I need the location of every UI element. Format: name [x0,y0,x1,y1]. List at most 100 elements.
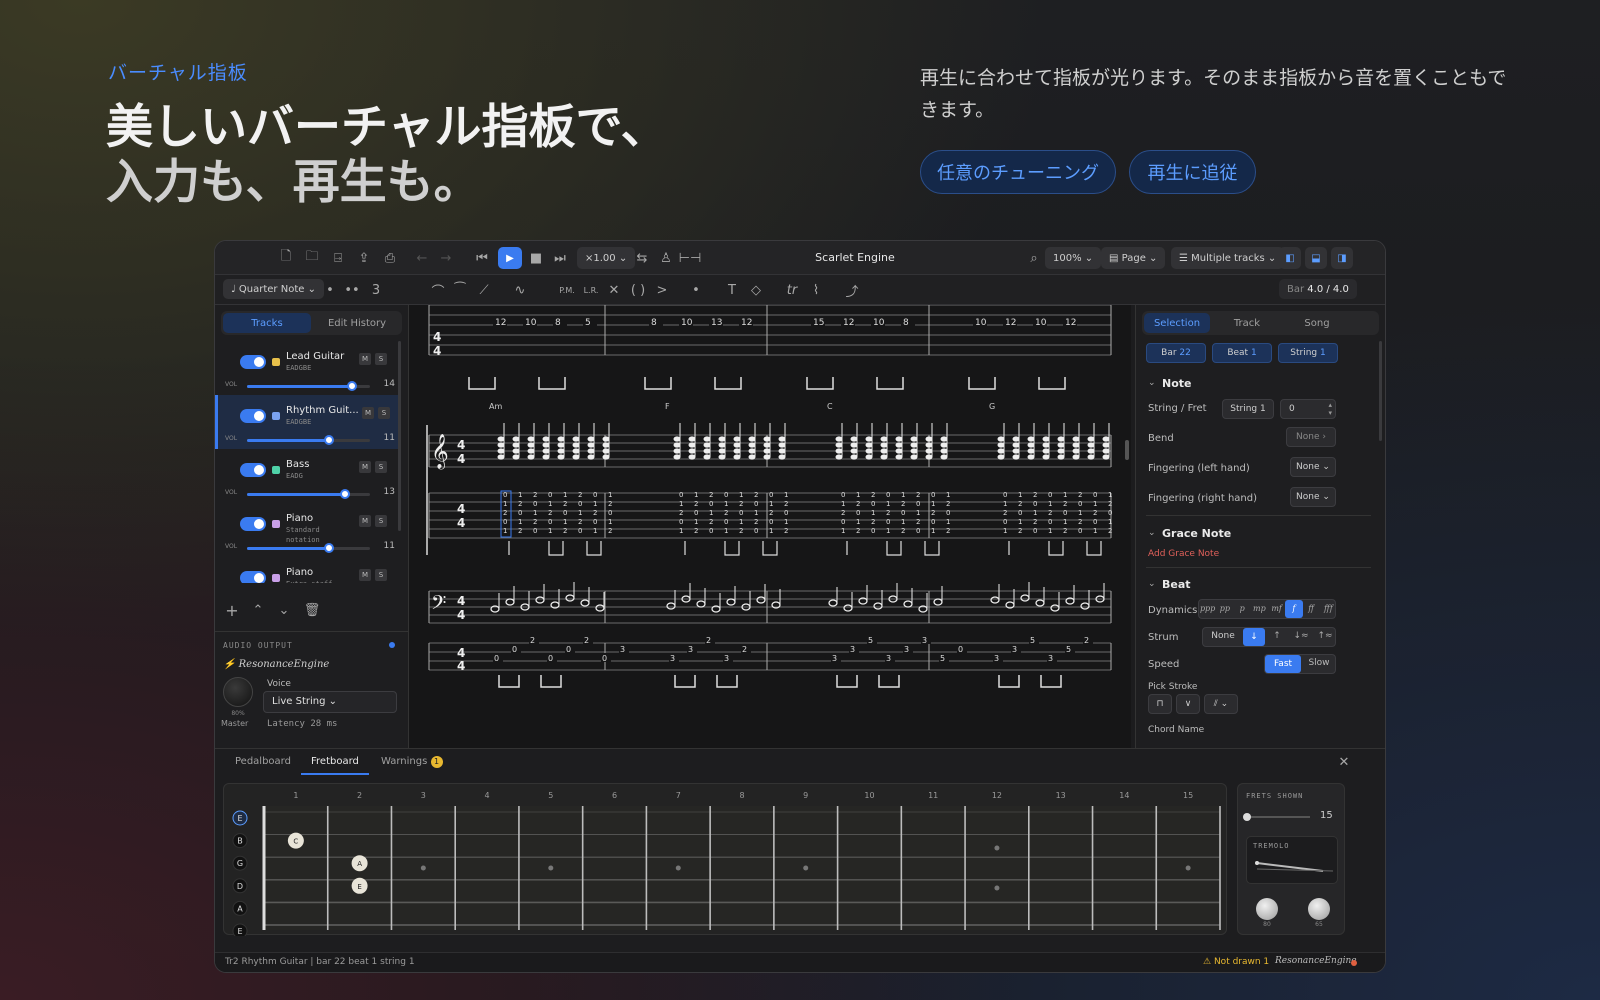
frets-shown-slider[interactable] [1243,813,1310,821]
track-visible-toggle[interactable] [240,517,266,531]
delete-track-icon[interactable]: 🗑 [303,601,321,619]
move-up-icon[interactable]: ⌃ [249,601,267,619]
dynamic-fff[interactable]: fff [1320,600,1337,618]
volume-knob[interactable] [324,543,334,553]
status-warning[interactable]: ⚠ Not drawn 1 [1203,957,1269,967]
mute-button[interactable]: M [362,407,374,419]
pill-follow-playback[interactable]: 再生に追従 [1129,150,1256,194]
beat-section-chevron[interactable]: ⌄ [1148,579,1156,589]
count-in-icon[interactable]: ⊢⊣ [679,249,702,267]
marker-icon[interactable]: ◇ [747,281,765,299]
export-icon[interactable]: ⇪ [355,249,373,267]
dynamic-pp[interactable]: pp [1216,600,1233,618]
bend-select[interactable]: None › [1286,427,1336,447]
track-row[interactable]: Piano Extra staff M S [215,557,401,583]
page-view-dropdown[interactable]: ▤ Page ⌄ [1101,247,1166,269]
hammer-on-icon[interactable]: ⁀ [451,281,469,299]
note-section-heading[interactable]: Note [1162,377,1191,390]
frets-shown-slider-knob[interactable] [1243,813,1251,821]
stop-icon[interactable]: ■ [527,249,545,267]
tab-selection[interactable]: Selection [1144,313,1210,333]
tremolo-knob-2[interactable] [1308,898,1330,920]
pick-pattern-dropdown[interactable]: ⫽ ⌄ [1204,694,1238,714]
note-section-chevron[interactable]: ⌄ [1148,378,1156,388]
volume-knob[interactable] [324,435,334,445]
slide-icon[interactable]: ⟋ [475,281,493,299]
score-canvas[interactable]: 4412 10 8 5 8 10 13 12 15 12 10 8 10 12 10 12𝄞 44Am F C G44… [409,305,1131,748]
close-panel-icon[interactable]: ✕ [1335,753,1353,771]
dynamic-mp[interactable]: mp [1251,600,1268,618]
score-scrollbar[interactable] [1125,440,1129,460]
solo-button[interactable]: S [375,461,387,473]
left-panel-toggle[interactable]: ◧ [1279,247,1301,269]
speed-slow[interactable]: Slow [1301,658,1337,668]
tab-track[interactable]: Track [1214,313,1280,333]
dynamic-ff[interactable]: ff [1303,600,1320,618]
add-grace-note-link[interactable]: Add Grace Note [1148,549,1219,559]
volume-slider[interactable] [247,489,370,499]
tuplet-button[interactable]: 3 [367,281,385,299]
strum-down[interactable]: ↓ [1243,628,1265,646]
note-value-dropdown[interactable]: ♩ Quarter Note ⌄ [223,279,324,299]
bar-chip[interactable]: Bar 22 [1146,343,1206,363]
bend-icon[interactable]: ⤴ [843,281,861,300]
mute-button[interactable]: M [359,569,371,581]
dead-note-icon[interactable]: ✕ [605,281,623,299]
skip-back-icon[interactable]: ⏮ [473,249,491,267]
open-folder-icon[interactable]: 🗀 [303,249,321,267]
save-icon[interactable]: ⍈ [329,249,347,267]
accent-icon[interactable]: > [653,281,671,299]
tie-icon[interactable]: ⌒ [429,281,447,300]
dynamic-f[interactable]: f [1285,600,1303,618]
print-icon[interactable]: ⎙ [381,249,399,267]
volume-slider[interactable] [247,543,370,553]
string-select[interactable]: String 1 [1222,399,1274,419]
volume-slider[interactable] [247,381,370,391]
tremolo-knob-1[interactable] [1256,898,1278,920]
speed-dropdown[interactable]: ×1.00 ⌄ [577,247,636,269]
double-dot-icon[interactable]: •• [343,281,361,299]
search-icon[interactable]: ⌕ [1025,249,1043,267]
fingering-right-select[interactable]: None ⌄ [1290,487,1336,507]
tremolo-bar-graphic[interactable] [1247,837,1339,885]
pick-up-button[interactable]: ∨ [1176,694,1200,714]
tracks-mode-dropdown[interactable]: ☰ Multiple tracks ⌄ [1171,247,1285,269]
track-row[interactable]: Rhythm Guit... EADGBE M S VOL 11 [215,395,401,449]
strum-up[interactable]: ↑ [1265,631,1289,641]
tremolo-bar-icon[interactable]: ⌇ [807,281,825,299]
fretboard-canvas[interactable]: EBGDAE1 2 3 4 5 6 7 8 9 10 11 12 13 14 15CAE [224,784,1228,939]
grace-note-heading[interactable]: Grace Note [1162,527,1231,540]
vibrato-icon[interactable]: ∿ [511,281,529,299]
fingering-left-select[interactable]: None ⌄ [1290,457,1336,477]
beat-heading[interactable]: Beat [1162,578,1191,591]
tab-fretboard[interactable]: Fretboard [311,756,359,767]
undo-icon[interactable]: ← [413,249,431,267]
fretboard[interactable]: E B G D A E 1 2 3 4 5 6 7 8 9 10 11 12 13 14 15 C A E [223,783,1228,939]
ghost-note-icon[interactable]: ( ) [629,281,647,299]
pill-any-tuning[interactable]: 任意のチューニング [920,150,1116,194]
voice-dropdown[interactable]: Live String ⌄ [263,691,397,713]
metronome-icon[interactable]: ♙ [657,249,675,267]
solo-button[interactable]: S [375,569,387,581]
tab-warnings[interactable]: Warnings 1 [381,756,443,768]
volume-knob[interactable] [340,489,350,499]
fret-stepper[interactable]: 0 ▴ ▾ [1280,399,1336,419]
strum-none[interactable]: None [1203,631,1243,641]
strum-down-arpeggio[interactable]: ↓≈ [1289,631,1313,641]
palm-mute-button[interactable]: P.M. [555,281,579,299]
tab-song[interactable]: Song [1284,313,1350,333]
string-chip[interactable]: String 1 [1278,343,1338,363]
track-row[interactable]: Bass EADG M S VOL 13 [215,449,401,503]
tab-pedalboard[interactable]: Pedalboard [235,756,291,767]
staccato-icon[interactable]: • [687,281,705,299]
let-ring-button[interactable]: L.R. [579,281,603,299]
track-list-scrollbar[interactable] [398,341,401,531]
zoom-dropdown[interactable]: 100% ⌄ [1045,247,1102,269]
bottom-panel-toggle[interactable]: ⬓ [1305,247,1327,269]
dot-icon[interactable]: • [321,281,339,299]
strum-up-arpeggio[interactable]: ↑≈ [1313,631,1337,641]
stepper-arrows-icon[interactable]: ▴ ▾ [1328,401,1332,417]
play-button[interactable]: ▶ [498,247,522,269]
redo-icon[interactable]: → [437,249,455,267]
dynamic-p[interactable]: p [1234,600,1251,618]
